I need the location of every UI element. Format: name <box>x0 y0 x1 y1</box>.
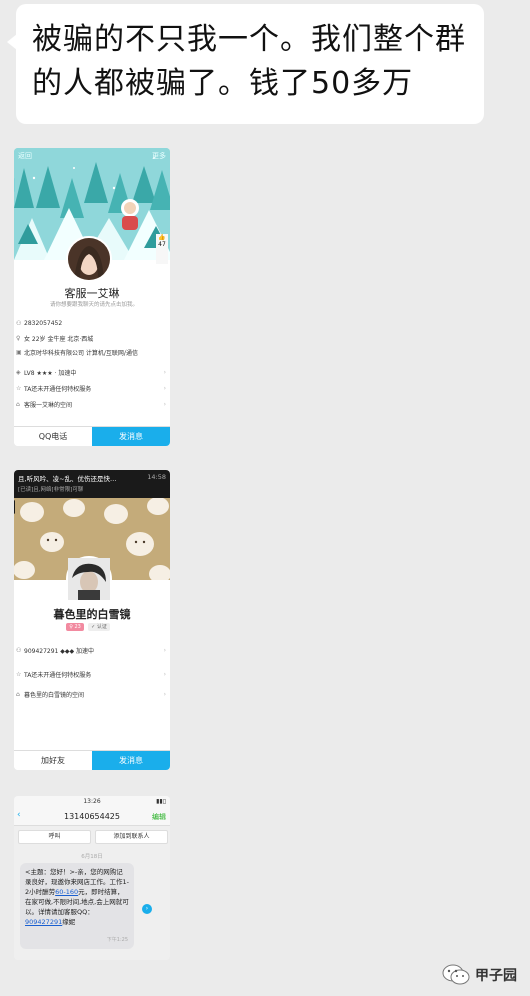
qq-call-button[interactable]: QQ电话 <box>14 427 92 446</box>
sms-date: 6月18日 <box>81 854 103 860</box>
chevron-right-icon: › <box>163 691 166 698</box>
status-bar: 13:26 ▮▮▯ <box>14 796 170 808</box>
notification-body: [已读]且,网络[非常限]可聊 <box>18 487 84 493</box>
add-friend-button[interactable]: 加好友 <box>14 751 92 770</box>
edit-button[interactable]: 编辑 <box>152 812 166 822</box>
user-icon: ⚇ <box>16 320 22 327</box>
battery-icon: ▮▮▯ <box>156 798 166 805</box>
notification-time: 14:58 <box>147 473 166 481</box>
more-link[interactable]: 更多 <box>152 151 166 161</box>
chat-bubble[interactable]: 被骗的不只我一个。我们整个群的人都被骗了。钱了50多万 <box>7 4 484 124</box>
sms-link-qq[interactable]: 909427291 <box>25 918 62 926</box>
level-icon: ◈ <box>16 369 21 376</box>
home-icon: ⌂ <box>16 401 20 408</box>
image-message-profile-2[interactable]: 且,听风吟、凌~乱、优伤还是快… 14:58 [已读]且,网络[非常限]可聊 暮色 <box>14 470 170 770</box>
image-message-profile-1[interactable]: 返回 更多 👍 47 客服一艾琳 请你想要跟我聊天的请先点击加我。 ⚇ 28320… <box>14 148 170 446</box>
add-contact-button[interactable]: 添加到联系人 <box>95 830 168 844</box>
user-icon: ⚇ <box>16 647 22 654</box>
sms-text-end: 缘妮 <box>62 918 76 926</box>
sms-time: 下午1:25 <box>106 937 128 943</box>
verified-badge: ✓ 认证 <box>88 623 110 631</box>
image-message-sms[interactable]: 13:26 ▮▮▯ ‹ 13140654425 编辑 呼叫 添加到联系人 6月1… <box>14 796 170 960</box>
profile-row-privileges[interactable]: ☆ TA还未开通任何特权服务 › <box>16 384 168 393</box>
star-icon: ☆ <box>16 385 22 392</box>
status-time: 13:26 <box>83 798 101 805</box>
profile-row-qq[interactable]: ⚇ 909427291 ◆◆◆ 加速中 › <box>16 646 168 655</box>
call-button[interactable]: 呼叫 <box>18 830 91 844</box>
chevron-right-icon: › <box>163 385 166 392</box>
forward-icon[interactable]: › <box>142 904 152 914</box>
profile-action-bar: 加好友 发消息 <box>14 750 170 770</box>
profile-name: 客服一艾琳 <box>64 287 120 300</box>
notification-title: 且,听风吟、凌~乱、优伤还是快… <box>18 475 117 483</box>
chevron-right-icon: › <box>163 401 166 408</box>
watermark-text: 甲子园 <box>475 968 517 984</box>
person-icon: ♀ <box>16 335 21 342</box>
avatar[interactable] <box>66 236 112 282</box>
like-count: 47 <box>158 241 166 248</box>
profile-row-info: ♀ 女 22岁 金牛座 北京·西城 <box>16 335 94 343</box>
chevron-right-icon: › <box>163 369 166 376</box>
sms-bubble: <主题：您好！>-亲，您的网购记录良好，现邀你来网店工作。工作1-2小时酬劳60… <box>20 863 134 949</box>
wechat-icon <box>442 964 470 985</box>
chevron-right-icon: › <box>163 647 166 654</box>
star-icon: ☆ <box>16 671 22 678</box>
send-message-button[interactable]: 发消息 <box>92 427 170 446</box>
avatar[interactable] <box>66 556 112 602</box>
sms-link-pay[interactable]: 60-160 <box>55 888 78 896</box>
profile-signature: 请你想要跟我聊天的请先点击加我。 <box>49 302 138 308</box>
profile-row-space[interactable]: ⌂ 客服一艾琳的空间 › <box>16 400 168 409</box>
profile-row-privileges[interactable]: ☆ TA还未开通任何特权服务 › <box>16 670 168 679</box>
chevron-right-icon: › <box>163 671 166 678</box>
profile-row-level[interactable]: ◈ LV8 ★★★ · 加速中 › <box>16 368 168 377</box>
profile-row-qq: ⚇ 2832057452 <box>16 320 63 327</box>
sender-phone: 13140654425 <box>64 812 120 821</box>
profile-row-space[interactable]: ⌂ 暮色里的白雪镜的空间 › <box>16 690 168 699</box>
profile-row-company: ▣ 北京时华科技有限公司 计算机/互联网/通信 <box>16 349 138 357</box>
like-button[interactable]: 👍 47 <box>156 234 168 264</box>
briefcase-icon: ▣ <box>16 349 22 356</box>
chat-message-text: 被骗的不只我一个。我们整个群的人都被骗了。钱了50多万 <box>32 22 466 101</box>
profile-action-bar: QQ电话 发消息 <box>14 426 170 446</box>
notification-banner[interactable]: 且,听风吟、凌~乱、优伤还是快… 14:58 [已读]且,网络[非常限]可聊 <box>14 470 170 498</box>
send-message-button[interactable]: 发消息 <box>92 751 170 770</box>
thumbs-up-icon: 👍 <box>158 234 166 241</box>
home-icon: ⌂ <box>16 691 20 698</box>
sms-actions: 呼叫 添加到联系人 <box>18 830 168 844</box>
back-link[interactable]: 返回 <box>18 151 32 161</box>
gender-age-badge: ♀ 23 <box>66 623 84 631</box>
sms-nav-bar: ‹ 13140654425 编辑 <box>14 808 170 826</box>
watermark: 甲子园 <box>442 964 517 986</box>
profile-name: 暮色里的白雪镜 <box>53 608 131 621</box>
